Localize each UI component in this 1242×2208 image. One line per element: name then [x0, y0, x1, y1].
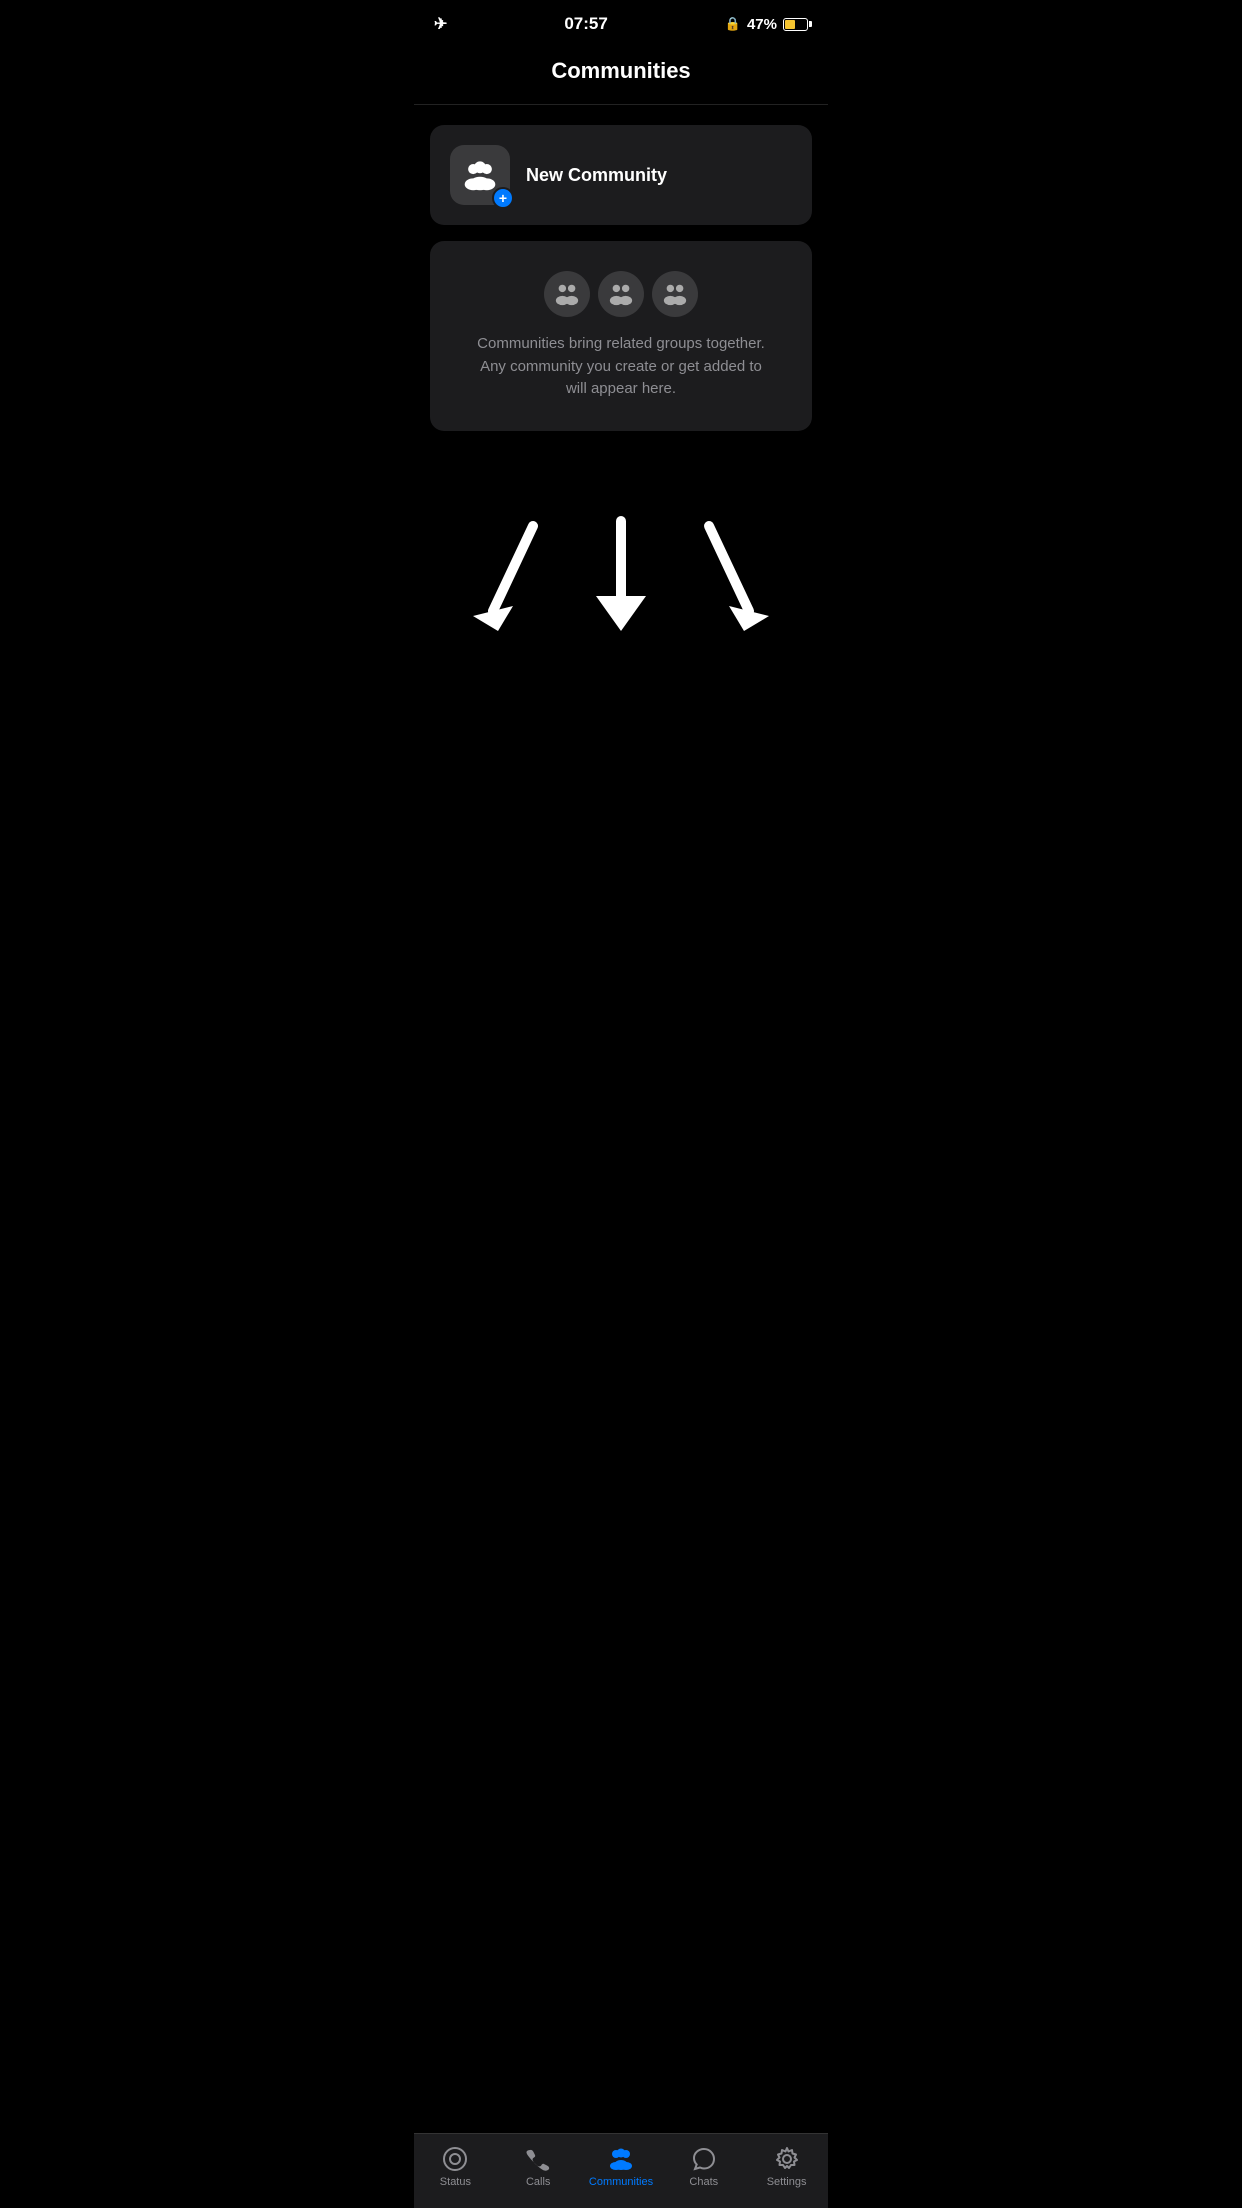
bottom-nav: Status Calls Co — [414, 2133, 828, 2208]
page-header: Communities — [414, 42, 828, 105]
plus-icon: + — [499, 191, 507, 205]
plus-badge: + — [492, 187, 514, 209]
group-people-icon-2 — [608, 281, 634, 307]
nav-item-status[interactable]: Status — [414, 2146, 497, 2188]
nav-item-communities[interactable]: Communities — [580, 2146, 663, 2188]
info-description: Communities bring related groups togethe… — [471, 333, 771, 401]
community-group-icon — [463, 158, 497, 192]
calls-nav-icon — [525, 2146, 551, 2172]
nav-item-chats[interactable]: Chats — [662, 2146, 745, 2188]
communities-nav-icon — [608, 2146, 634, 2172]
center-arrow — [581, 516, 661, 636]
settings-nav-icon — [774, 2146, 800, 2172]
page-wrapper: ✈ 07:57 🔒 47% Communities — [414, 0, 828, 736]
battery-icon — [783, 18, 808, 31]
chats-nav-icon — [691, 2146, 717, 2172]
nav-item-settings[interactable]: Settings — [745, 2146, 828, 2188]
settings-nav-label: Settings — [767, 2176, 807, 2188]
status-left: ✈ — [434, 14, 447, 34]
group-people-icon-3 — [662, 281, 688, 307]
status-bar: ✈ 07:57 🔒 47% — [414, 0, 828, 42]
info-card: Communities bring related groups togethe… — [430, 241, 812, 431]
new-community-label: New Community — [526, 165, 667, 186]
communities-nav-label: Communities — [589, 2176, 653, 2188]
group-icon-2 — [598, 271, 644, 317]
main-content: + New Community — [414, 105, 828, 451]
status-nav-label: Status — [440, 2176, 471, 2188]
status-nav-icon — [442, 2146, 468, 2172]
new-community-icon-wrapper: + — [450, 145, 510, 205]
battery-percent: 47% — [747, 16, 777, 33]
nav-item-calls[interactable]: Calls — [497, 2146, 580, 2188]
airplane-icon: ✈ — [434, 14, 447, 34]
group-icon-3 — [652, 271, 698, 317]
left-arrow — [463, 516, 543, 636]
status-time: 07:57 — [564, 14, 607, 34]
status-right: 🔒 47% — [725, 16, 808, 33]
chats-nav-label: Chats — [689, 2176, 718, 2188]
lock-icon: 🔒 — [725, 16, 741, 32]
group-people-icon-1 — [554, 281, 580, 307]
page-title: Communities — [434, 58, 808, 84]
arrows-container — [414, 516, 828, 636]
calls-nav-label: Calls — [526, 2176, 550, 2188]
group-icons-row — [544, 271, 698, 317]
group-icon-1 — [544, 271, 590, 317]
new-community-card[interactable]: + New Community — [430, 125, 812, 225]
right-arrow — [699, 516, 779, 636]
